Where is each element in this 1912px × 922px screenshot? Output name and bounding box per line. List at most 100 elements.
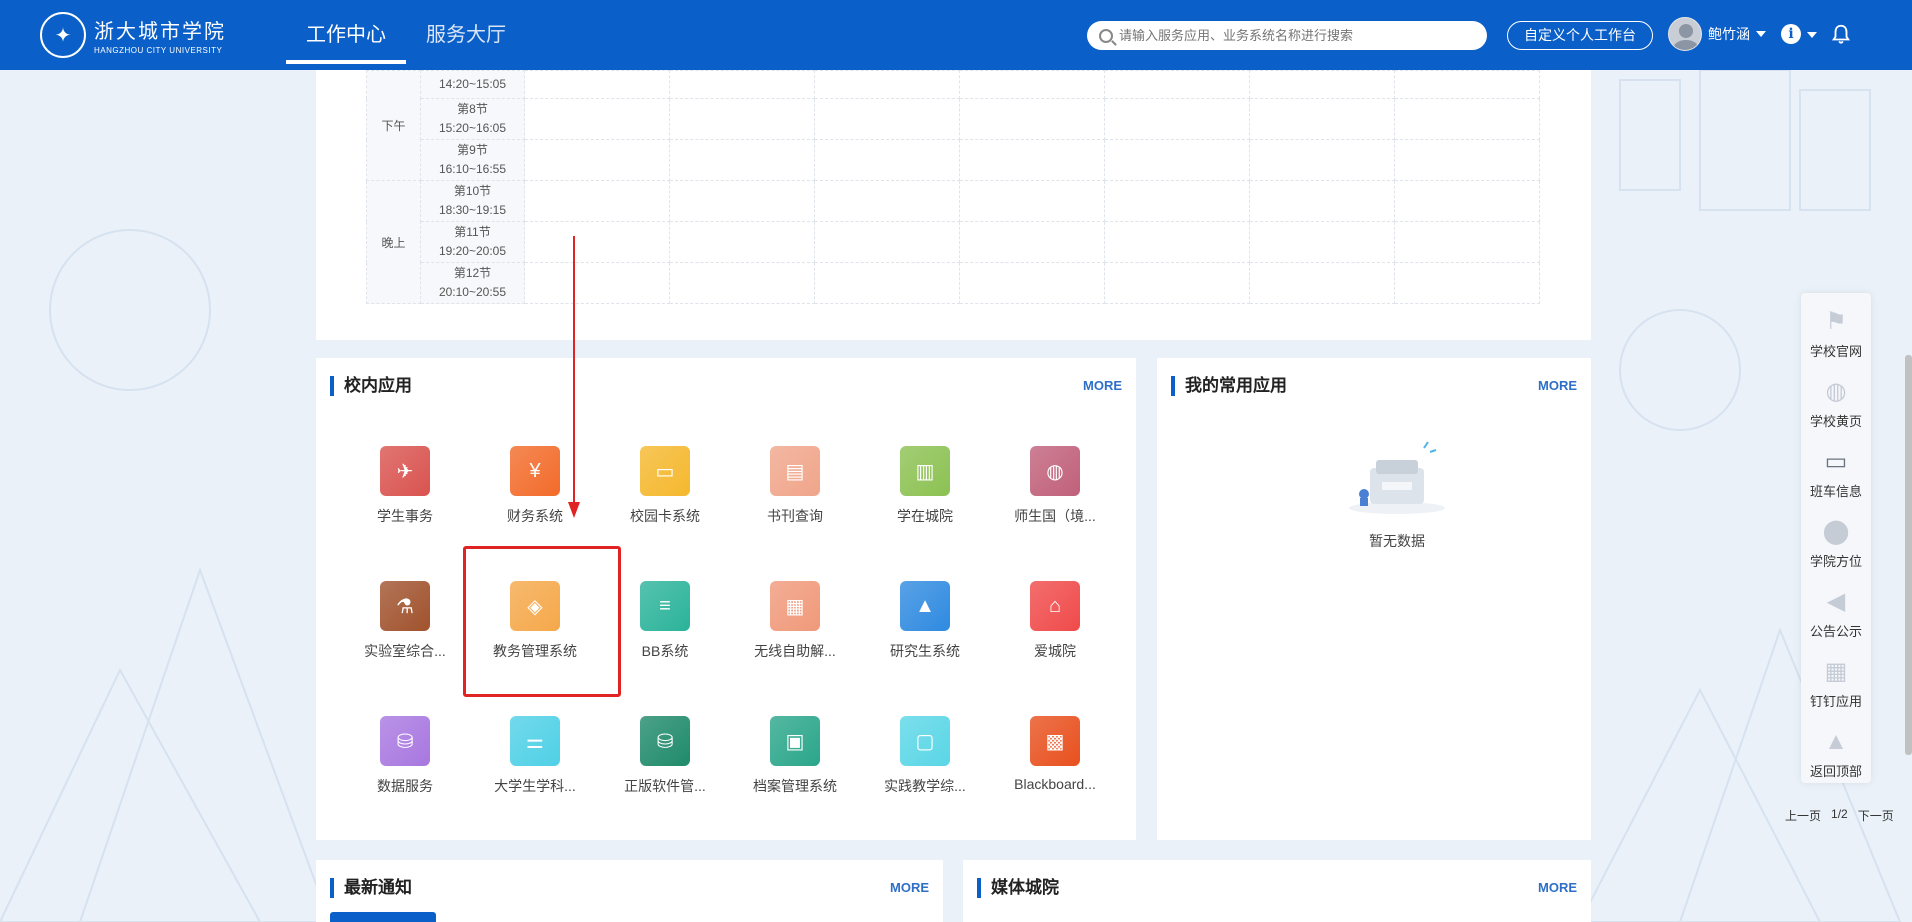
slot-name: 第10节 [453, 184, 492, 198]
slot-time: 15:20~16:05 [438, 121, 507, 135]
period-label: 下午 [366, 70, 421, 181]
user-menu[interactable]: 鲍竹涵 [1668, 17, 1766, 51]
monitor-icon: ▩ [1030, 716, 1080, 766]
database-gear-icon: ⛁ [640, 716, 690, 766]
chevron-down-icon [1756, 31, 1766, 37]
info-icon[interactable]: i [1781, 24, 1801, 44]
university-logo[interactable]: ✦ 浙大城市学院 HANGZHOU CITY UNIVERSITY [40, 12, 226, 58]
table-row: 第11节 19:20~20:05 [367, 221, 1540, 263]
app-label: 正版软件管... [624, 778, 706, 794]
float-menu-item[interactable]: ◍ 学校黄页 [1801, 363, 1871, 433]
app-item[interactable]: ✈ 学生事务 [340, 438, 470, 548]
app-item[interactable]: ▢ 实践教学综... [860, 708, 990, 818]
lab-icon: ⚗ [380, 581, 430, 631]
folder-icon: ▢ [900, 716, 950, 766]
app-item[interactable]: ▤ 书刊查询 [730, 438, 860, 548]
search-box [1087, 21, 1487, 50]
slot-cell: 第8节 15:20~16:05 [420, 98, 525, 140]
slot-time: 18:30~19:15 [438, 203, 507, 217]
app-item[interactable]: ⛁ 正版软件管... [600, 708, 730, 818]
app-label: 大学生学科... [494, 778, 576, 794]
megaphone-icon: ◀ [1826, 588, 1846, 615]
table-row: 第8节 15:20~16:05 [367, 98, 1540, 140]
search-icon[interactable] [1099, 28, 1113, 43]
app-label: 爱城院 [1034, 643, 1076, 659]
notice-tab[interactable] [330, 912, 436, 922]
app-label: Blackboard... [1014, 776, 1096, 792]
app-item[interactable]: ⚌ 大学生学科... [470, 708, 600, 818]
page-indicator: 1/2 [1831, 807, 1848, 821]
float-menu-item[interactable]: ◀ 公告公示 [1801, 573, 1871, 643]
float-menu-item[interactable]: ▭ 班车信息 [1801, 433, 1871, 503]
float-menu-item[interactable]: ▲ 返回顶部 [1801, 713, 1871, 783]
slot-cell: 14:20~15:05 [420, 70, 525, 99]
app-label: 无线自助解... [754, 643, 836, 659]
map-pin-icon: ⬤ [1822, 518, 1850, 545]
app-label: 书刊查询 [767, 508, 823, 524]
app-item[interactable]: ⚗ 实验室综合... [340, 573, 470, 683]
empty-text: 暂无数据 [1369, 533, 1425, 549]
app-label: 师生国（境... [1014, 508, 1096, 524]
apps-grid-icon: ▦ [1824, 658, 1848, 685]
table-row: 下午 14:20~15:05 [366, 70, 1540, 181]
more-link[interactable]: MORE [1538, 880, 1577, 895]
app-item[interactable]: ⌂ 爱城院 [990, 573, 1120, 683]
chevron-down-icon[interactable] [1807, 32, 1817, 38]
empty-box-icon [1349, 441, 1445, 514]
app-item[interactable]: ◍ 师生国（境... [990, 438, 1120, 548]
panel-title: 校内应用 [330, 376, 412, 396]
plane-icon: ✈ [380, 446, 430, 496]
top-header: ✦ 浙大城市学院 HANGZHOU CITY UNIVERSITY 工作中心 服… [0, 0, 1912, 70]
slot-cell: 第12节 20:10~20:55 [420, 262, 525, 304]
table-row: 第9节 16:10~16:55 [367, 139, 1540, 181]
university-seal-icon: ✦ [40, 12, 86, 58]
empty-state: 暂无数据 [1342, 438, 1452, 551]
table-row: 第12节 20:10~20:55 [367, 262, 1540, 304]
rocket-icon: ▲ [1824, 728, 1848, 755]
slot-name: 第12节 [453, 266, 492, 280]
slot-name: 第9节 [457, 143, 488, 157]
more-link[interactable]: MORE [1538, 378, 1577, 393]
timetable-panel: 下午 14:20~15:05 第8节 15:20~16:05 第9节 16:10… [316, 70, 1591, 340]
app-label: 研究生系统 [890, 643, 960, 659]
app-label: 学生事务 [377, 508, 433, 524]
finance-icon: ¥ [510, 446, 560, 496]
common-apps-panel: 我的常用应用 MORE 暂无数据 [1157, 358, 1591, 840]
float-menu-item[interactable]: ⚑ 学校官网 [1801, 293, 1871, 363]
float-menu-label: 学校黄页 [1809, 414, 1862, 429]
float-menu-item[interactable]: ▦ 钉钉应用 [1801, 643, 1871, 713]
customize-workbench-button[interactable]: 自定义个人工作台 [1507, 21, 1653, 50]
highlight-box [463, 546, 621, 697]
more-link[interactable]: MORE [1083, 378, 1122, 393]
app-item[interactable]: ▭ 校园卡系统 [600, 438, 730, 548]
app-item[interactable]: ⛁ 数据服务 [340, 708, 470, 818]
book-icon: ▤ [770, 446, 820, 496]
card-icon: ▭ [640, 446, 690, 496]
globe-icon: ◍ [1030, 446, 1080, 496]
tab-service-hall[interactable]: 服务大厅 [406, 0, 526, 70]
database-gear-icon: ⛁ [380, 716, 430, 766]
prev-page-button[interactable]: 上一页 [1785, 807, 1821, 824]
slot-time: 14:20~15:05 [438, 77, 507, 91]
slot-time: 20:10~20:55 [438, 285, 507, 299]
app-item[interactable]: ▲ 研究生系统 [860, 573, 990, 683]
timetable: 下午 14:20~15:05 第8节 15:20~16:05 第9节 16:10… [366, 70, 1540, 304]
search-input[interactable] [1119, 28, 1459, 43]
app-item[interactable]: ▦ 无线自助解... [730, 573, 860, 683]
app-item[interactable]: ▩ Blackboard... [990, 708, 1120, 818]
tab-work-center[interactable]: 工作中心 [286, 0, 406, 70]
study-icon: ▥ [900, 446, 950, 496]
clipboard-icon: ▣ [770, 716, 820, 766]
float-menu-item[interactable]: ⬤ 学院方位 [1801, 503, 1871, 573]
logo-english-name: HANGZHOU CITY UNIVERSITY [94, 46, 223, 55]
panel-title: 我的常用应用 [1171, 376, 1287, 396]
more-link[interactable]: MORE [890, 880, 929, 895]
table-row: 晚上 第10节 18:30~19:15 [366, 180, 1540, 304]
user-name: 鲍竹涵 [1708, 26, 1750, 42]
scrollbar[interactable] [1905, 355, 1912, 755]
next-page-button[interactable]: 下一页 [1858, 807, 1894, 824]
panel-title: 最新通知 [330, 878, 412, 898]
app-item[interactable]: ▣ 档案管理系统 [730, 708, 860, 818]
app-item[interactable]: ▥ 学在城院 [860, 438, 990, 548]
bell-icon[interactable] [1830, 22, 1852, 46]
